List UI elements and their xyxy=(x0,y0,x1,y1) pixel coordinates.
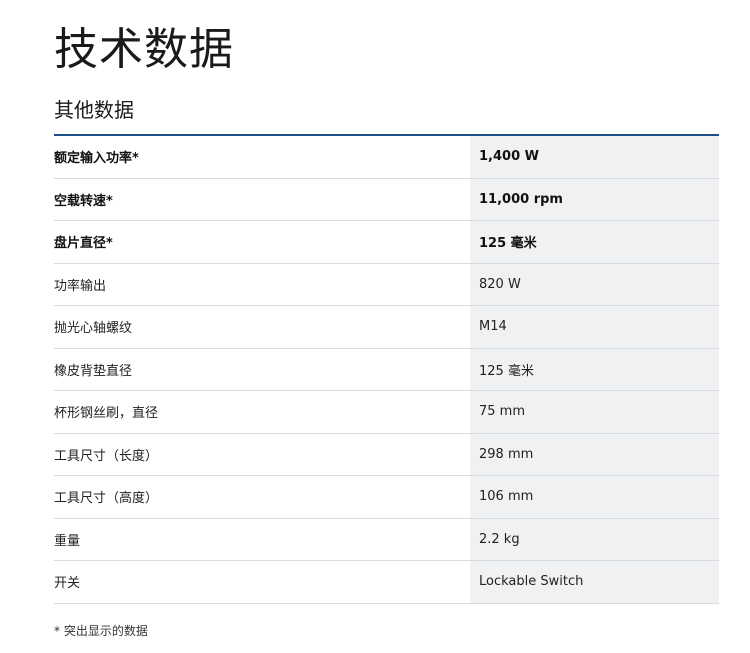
spec-row-backing-pad-diameter: 橡皮背垫直径 125 毫米 xyxy=(54,348,719,391)
spec-label: 空载转速* xyxy=(54,193,113,209)
spec-row-disc-diameter: 盘片直径* 125 毫米 xyxy=(54,221,719,264)
spec-row-cup-brush-diameter: 杯形钢丝刷，直径 75 mm xyxy=(54,391,719,434)
spec-value: M14 xyxy=(470,306,719,348)
spec-table: 额定输入功率* 1,400 W 空载转速* 11,000 rpm 盘片直径* 1… xyxy=(54,134,719,604)
spec-value: 125 毫米 xyxy=(470,348,719,390)
spec-label: 工具尺寸（高度） xyxy=(54,491,159,507)
spec-label: 开关 xyxy=(54,576,81,592)
spec-row-weight: 重量 2.2 kg xyxy=(54,518,719,561)
section-title: 其他数据 xyxy=(54,98,134,122)
page-title: 技术数据 xyxy=(54,24,234,75)
spec-label: 工具尺寸（长度） xyxy=(54,448,159,464)
spec-value: 106 mm xyxy=(470,476,719,518)
spec-value: 75 mm xyxy=(470,391,719,433)
spec-row-no-load-speed: 空载转速* 11,000 rpm xyxy=(54,178,719,221)
spec-value: 2.2 kg xyxy=(470,518,719,560)
spec-value: 1,400 W xyxy=(470,136,719,178)
spec-row-tool-height: 工具尺寸（高度） 106 mm xyxy=(54,476,719,519)
spec-row-power-output: 功率输出 820 W xyxy=(54,263,719,306)
spec-value: 298 mm xyxy=(470,433,719,475)
spec-value: 820 W xyxy=(470,263,719,305)
spec-label: 抛光心轴螺纹 xyxy=(54,321,133,337)
footnote: * 突出显示的数据 xyxy=(54,624,148,638)
spec-label: 杯形钢丝刷，直径 xyxy=(54,406,159,422)
spec-value: 11,000 rpm xyxy=(470,178,719,220)
spec-label: 功率输出 xyxy=(54,278,107,294)
spec-value: Lockable Switch xyxy=(470,561,719,603)
spec-row-spindle-thread: 抛光心轴螺纹 M14 xyxy=(54,306,719,349)
spec-label: 额定输入功率* xyxy=(54,151,139,167)
spec-row-rated-input-power: 额定输入功率* 1,400 W xyxy=(54,136,719,179)
spec-row-switch: 开关 Lockable Switch xyxy=(54,561,719,604)
spec-label: 重量 xyxy=(54,533,81,549)
spec-value: 125 毫米 xyxy=(470,221,719,263)
spec-label: 橡皮背垫直径 xyxy=(54,363,133,379)
spec-row-tool-length: 工具尺寸（长度） 298 mm xyxy=(54,433,719,476)
spec-label: 盘片直径* xyxy=(54,236,113,252)
